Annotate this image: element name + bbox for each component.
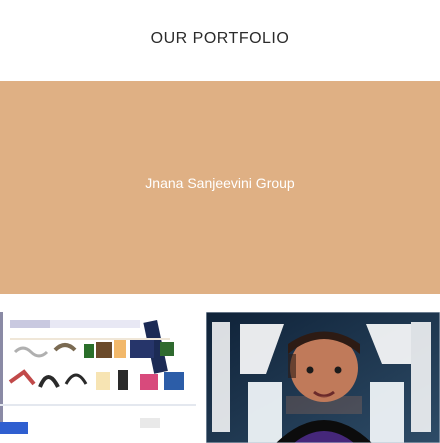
portfolio-thumbnail-left[interactable] [0,312,196,443]
section-title: OUR PORTFOLIO [150,30,290,47]
portfolio-thumbnail-right[interactable] [206,312,440,443]
classroom-activity-image [0,312,196,443]
portfolio-featured-title: Jnana Sanjeevini Group [145,175,295,191]
video-call-participant-image [206,312,440,443]
portfolio-featured-card[interactable]: Jnana Sanjeevini Group [0,81,440,294]
